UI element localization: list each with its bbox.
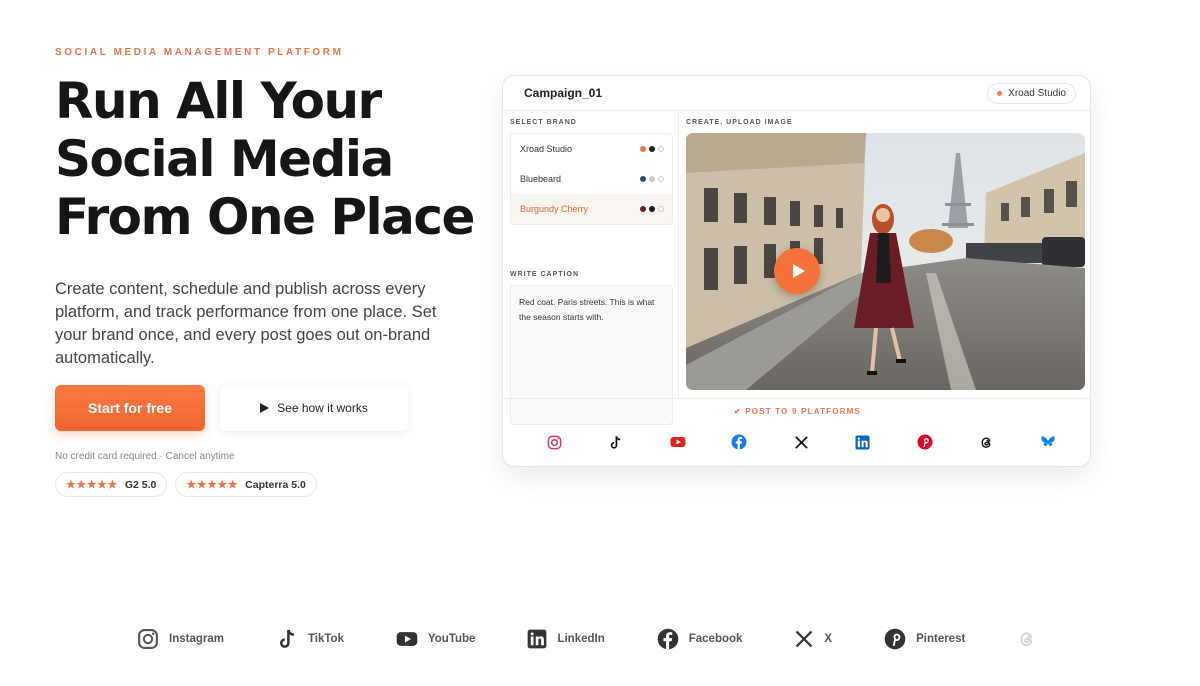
pinterest-icon[interactable] — [917, 434, 933, 450]
start-free-button[interactable]: Start for free — [55, 385, 205, 431]
swatch — [640, 146, 646, 152]
bluesky-icon[interactable] — [1040, 434, 1056, 450]
brand-name: Burgundy Cherry — [520, 204, 589, 214]
swatch — [658, 176, 664, 182]
threads-icon[interactable] — [978, 434, 994, 450]
strip-label: Pinterest — [916, 633, 966, 645]
capterra-badge: ★★★★★ Capterra 5.0 — [175, 472, 317, 497]
video-play-button[interactable] — [774, 248, 820, 294]
swatch — [649, 176, 655, 182]
post-label: POST TO 9 PLATFORMS — [745, 407, 862, 416]
strip-item-linkedin[interactable]: LinkedIn — [527, 629, 605, 649]
strip-label: X — [824, 633, 833, 645]
product-mock: Campaign_01 Xroad Studio SELECT BRAND Xr… — [502, 75, 1091, 467]
linkedin-icon — [528, 629, 547, 649]
swatch — [640, 206, 646, 212]
strip-label: YouTube — [427, 633, 476, 645]
strip-item-instagram[interactable]: Instagram — [137, 628, 224, 650]
swatch — [649, 146, 655, 152]
upload-label: CREATE, UPLOAD IMAGE — [686, 119, 793, 126]
strip-label: Facebook — [688, 633, 743, 645]
swatch — [658, 146, 664, 152]
brand-row[interactable]: Xroad Studio — [511, 134, 672, 164]
studio-pill[interactable]: Xroad Studio — [987, 82, 1076, 104]
pinterest-icon — [884, 628, 906, 650]
post-to-platforms: ✔ POST TO 9 PLATFORMS — [503, 407, 1090, 416]
strip-item-x[interactable]: X — [794, 629, 832, 649]
linkedin-icon[interactable] — [855, 434, 871, 450]
play-icon — [792, 264, 805, 278]
no-credit-note: No credit card required · Cancel anytime — [55, 451, 235, 462]
swatch — [640, 176, 646, 182]
see-how-label: See how it works — [277, 401, 368, 415]
headline-line: From One Place — [55, 188, 475, 246]
brand-swatches — [640, 176, 664, 182]
mock-header: Campaign_01 Xroad Studio — [503, 76, 1090, 111]
instagram-icon — [138, 629, 158, 649]
tiktok-icon — [279, 629, 295, 648]
strip-fade — [1027, 626, 1087, 652]
strip-label: TikTok — [307, 633, 344, 645]
instagram-icon[interactable] — [546, 434, 562, 450]
status-dot-icon — [997, 90, 1003, 96]
g2-badge: ★★★★★ G2 5.0 — [55, 472, 168, 497]
stars-icon: ★★★★★ — [186, 479, 239, 491]
strip-item-tiktok[interactable]: TikTok — [276, 628, 344, 650]
facebook-icon — [657, 628, 679, 650]
g2-rating: G2 5.0 — [124, 478, 157, 491]
brand-row[interactable]: Burgundy Cherry — [511, 194, 672, 224]
stars-icon: ★★★★★ — [66, 479, 118, 491]
strip-item-pinterest[interactable]: Pinterest — [884, 628, 965, 650]
platform-strip: Instagram TikTok YouTube LinkedIn Facebo… — [137, 626, 1087, 652]
brand-name: Bluebeard — [520, 174, 562, 184]
swatch — [649, 206, 655, 212]
swatch — [658, 206, 664, 212]
hero-subtext: Create content, schedule and publish acr… — [55, 280, 437, 367]
platform-icons — [546, 434, 1056, 450]
mock-footer: ✔ POST TO 9 PLATFORMS — [503, 398, 1090, 466]
capterra-rating: Capterra 5.0 — [245, 478, 306, 491]
brand-list: Xroad Studio Bluebeard Burgundy Cherry — [510, 133, 673, 225]
write-caption-label: WRITE CAPTION — [510, 271, 579, 278]
strip-label: Instagram — [169, 633, 224, 645]
x-icon[interactable] — [793, 434, 809, 450]
hero-headline: Run All Your Social Media From One Place — [55, 72, 495, 246]
brand-row[interactable]: Bluebeard — [511, 164, 672, 194]
youtube-icon[interactable] — [670, 434, 686, 450]
brand-name: Xroad Studio — [520, 144, 573, 154]
headline-line: Social Media — [55, 130, 394, 188]
play-icon — [260, 403, 270, 413]
tiktok-icon[interactable] — [608, 434, 624, 450]
eyebrow: SOCIAL MEDIA MANAGEMENT PLATFORM — [55, 47, 344, 58]
headline-line: Run All Your — [55, 72, 382, 130]
rating-badges: ★★★★★ G2 5.0 ★★★★★ Capterra 5.0 — [55, 472, 317, 497]
campaign-title: Campaign_01 — [524, 86, 603, 100]
see-how-button[interactable]: See how it works — [220, 385, 408, 431]
post-image[interactable] — [686, 133, 1085, 390]
strip-item-facebook[interactable]: Facebook — [657, 628, 743, 650]
brand-pane: SELECT BRAND Xroad Studio Bluebeard Burg… — [503, 111, 679, 425]
brand-swatches — [640, 206, 664, 212]
facebook-icon[interactable] — [731, 434, 747, 450]
strip-label: LinkedIn — [557, 633, 605, 645]
check-icon: ✔ — [733, 407, 746, 416]
strip-item-youtube[interactable]: YouTube — [396, 628, 475, 650]
paris-street-image — [686, 133, 1085, 390]
brand-swatches — [640, 146, 664, 152]
select-brand-label: SELECT BRAND — [510, 119, 577, 126]
youtube-icon — [396, 632, 418, 646]
studio-pill-label: Xroad Studio — [1008, 87, 1066, 99]
x-icon — [796, 630, 813, 648]
